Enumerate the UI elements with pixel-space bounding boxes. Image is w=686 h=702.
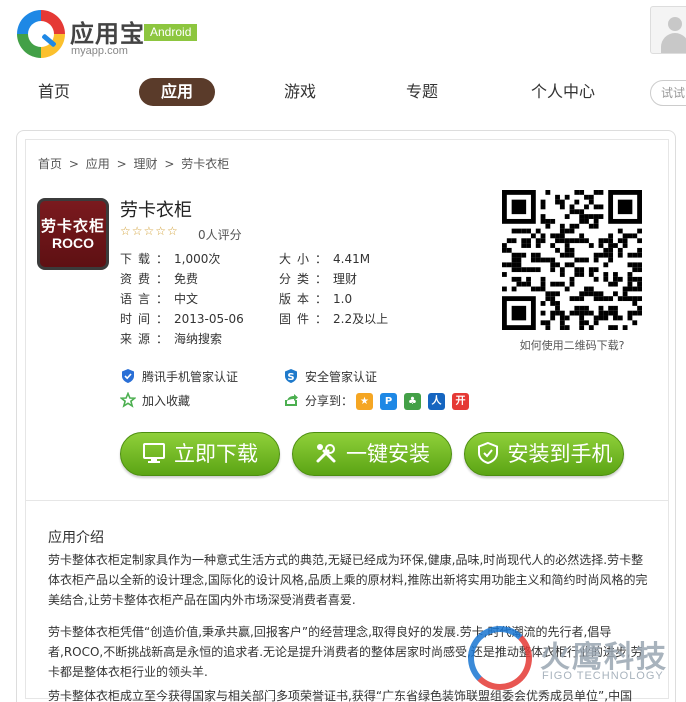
app-icon-brand: ROCO — [52, 235, 94, 251]
main-nav: 首页 应用 游戏 专题 个人中心 试试 — [0, 76, 686, 110]
search-input[interactable]: 试试 — [650, 80, 686, 106]
renren-share-icon[interactable]: 人 — [428, 393, 445, 410]
user-avatar[interactable] — [650, 6, 686, 54]
rating-stars: ☆☆☆☆☆ — [120, 224, 179, 238]
qr-code — [502, 190, 642, 330]
app-detail-inner: 首页 > 应用 > 理财 > 劳卡衣柜 劳卡衣柜 ROCO 劳卡衣柜 ☆☆☆☆☆… — [25, 139, 669, 702]
info-value: 1,000次 — [174, 252, 221, 266]
info-value: 2013-05-06 — [174, 312, 244, 326]
info-value: 中文 — [174, 292, 199, 306]
nav-games[interactable]: 游戏 — [270, 78, 330, 106]
info-downloads: 下载：1,000次 — [120, 250, 220, 267]
info-category: 分类：理财 — [279, 270, 357, 287]
intro-title: 应用介绍 — [48, 530, 104, 546]
security-cert-label: 安全管家认证 — [305, 370, 378, 384]
info-value: 海纳搜索 — [174, 332, 223, 346]
pengyou-share-icon[interactable]: P — [380, 393, 397, 410]
info-firmware: 固件：2.2及以上 — [279, 310, 388, 327]
watermark-logo-icon — [468, 626, 532, 690]
info-value: 理财 — [333, 272, 358, 286]
one-click-install-label[interactable]: 一键安装 — [346, 442, 430, 466]
logo-text[interactable]: 应用宝 — [70, 14, 145, 49]
app-detail-panel: 首页 > 应用 > 理财 > 劳卡衣柜 劳卡衣柜 ROCO 劳卡衣柜 ☆☆☆☆☆… — [16, 130, 676, 702]
info-label: 时间： — [120, 312, 175, 326]
info-label: 资费： — [120, 272, 175, 286]
info-value: 免费 — [174, 272, 199, 286]
logo-subtitle: myapp.com — [71, 45, 128, 57]
star-icon — [120, 392, 136, 408]
nav-apps[interactable]: 应用 — [139, 78, 215, 106]
shield-check-icon — [477, 441, 498, 465]
section-divider — [26, 500, 668, 501]
myapp-logo-icon[interactable] — [17, 10, 65, 58]
tools-icon — [316, 444, 336, 463]
app-icon-text: 劳卡衣柜 — [40, 217, 105, 235]
intro-paragraph: 劳卡整体衣柜定制家具作为一种意式生活方式的典范,无疑已经成为环保,健康,品味,时… — [48, 553, 648, 607]
breadcrumb-finance[interactable]: 理财 — [133, 157, 157, 171]
qzone-share-icon[interactable]: ★ — [356, 393, 373, 410]
info-size: 大小：4.41M — [279, 250, 370, 267]
app-icon: 劳卡衣柜 ROCO — [37, 198, 109, 270]
info-label: 来源： — [120, 332, 175, 346]
breadcrumb-separator: > — [164, 157, 175, 171]
info-source: 来源：海纳搜索 — [120, 330, 222, 347]
android-badge: Android — [144, 24, 198, 41]
info-label: 版本： — [279, 292, 334, 306]
info-label: 大小： — [279, 252, 334, 266]
shield-check-icon — [122, 369, 134, 383]
info-version: 版本：1.0 — [279, 290, 352, 307]
favorite-label[interactable]: 加入收藏 — [142, 394, 190, 408]
security-cert: S 安全管家认证 — [283, 368, 377, 386]
share-label: 分享到： — [305, 394, 354, 408]
install-to-phone-label[interactable]: 安装到手机 — [508, 442, 613, 466]
info-label: 下载： — [120, 252, 175, 266]
breadcrumb: 首页 > 应用 > 理财 > 劳卡衣柜 — [38, 155, 232, 172]
breadcrumb-home[interactable]: 首页 — [38, 157, 62, 171]
share-icon — [285, 394, 298, 406]
clover-share-icon[interactable]: ♣ — [404, 393, 421, 410]
qr-help-link[interactable]: 如何使用二维码下载? — [502, 337, 642, 353]
tencent-cert-label: 腾讯手机管家认证 — [142, 370, 239, 384]
install-to-phone-button[interactable]: 安装到手机 — [464, 432, 624, 476]
avatar-body-icon — [661, 33, 686, 53]
info-value: 2.2及以上 — [333, 312, 389, 326]
watermark-subtext: FIGO TECHNOLOGY — [542, 670, 664, 682]
breadcrumb-current: 劳卡衣柜 — [181, 157, 230, 171]
favorite-link[interactable]: 加入收藏 — [120, 392, 190, 410]
breadcrumb-separator: > — [116, 157, 127, 171]
info-language: 语言：中文 — [120, 290, 198, 307]
tencent-cert: 腾讯手机管家认证 — [120, 368, 238, 386]
one-click-install-button[interactable]: 一键安装 — [292, 432, 452, 476]
info-price: 资费：免费 — [120, 270, 198, 287]
share-row: 分享到： — [283, 392, 353, 410]
kaixin-share-icon[interactable]: 开 — [452, 393, 469, 410]
breadcrumb-separator: > — [68, 157, 79, 171]
info-value: 4.41M — [333, 252, 371, 266]
monitor-icon — [143, 443, 165, 463]
security-s-icon: S — [285, 369, 297, 383]
breadcrumb-apps[interactable]: 应用 — [86, 157, 110, 171]
nav-personal-center[interactable]: 个人中心 — [520, 78, 606, 106]
info-label: 语言： — [120, 292, 175, 306]
nav-topics[interactable]: 专题 — [392, 78, 452, 106]
svg-text:S: S — [287, 372, 294, 383]
info-label: 固件： — [279, 312, 334, 326]
app-name: 劳卡衣柜 — [120, 200, 192, 221]
info-label: 分类： — [279, 272, 334, 286]
download-button[interactable]: 立即下载 — [120, 432, 280, 476]
site-header: 应用宝 Android myapp.com — [0, 0, 686, 70]
watermark: 火鹰科技 FIGO TECHNOLOGY — [468, 622, 686, 702]
nav-home[interactable]: 首页 — [24, 78, 84, 106]
avatar-head-icon — [668, 17, 682, 31]
download-button-label[interactable]: 立即下载 — [174, 442, 258, 466]
info-date: 时间：2013-05-06 — [120, 310, 244, 327]
rating-count: 0人评分 — [198, 228, 242, 242]
info-value: 1.0 — [333, 292, 353, 306]
